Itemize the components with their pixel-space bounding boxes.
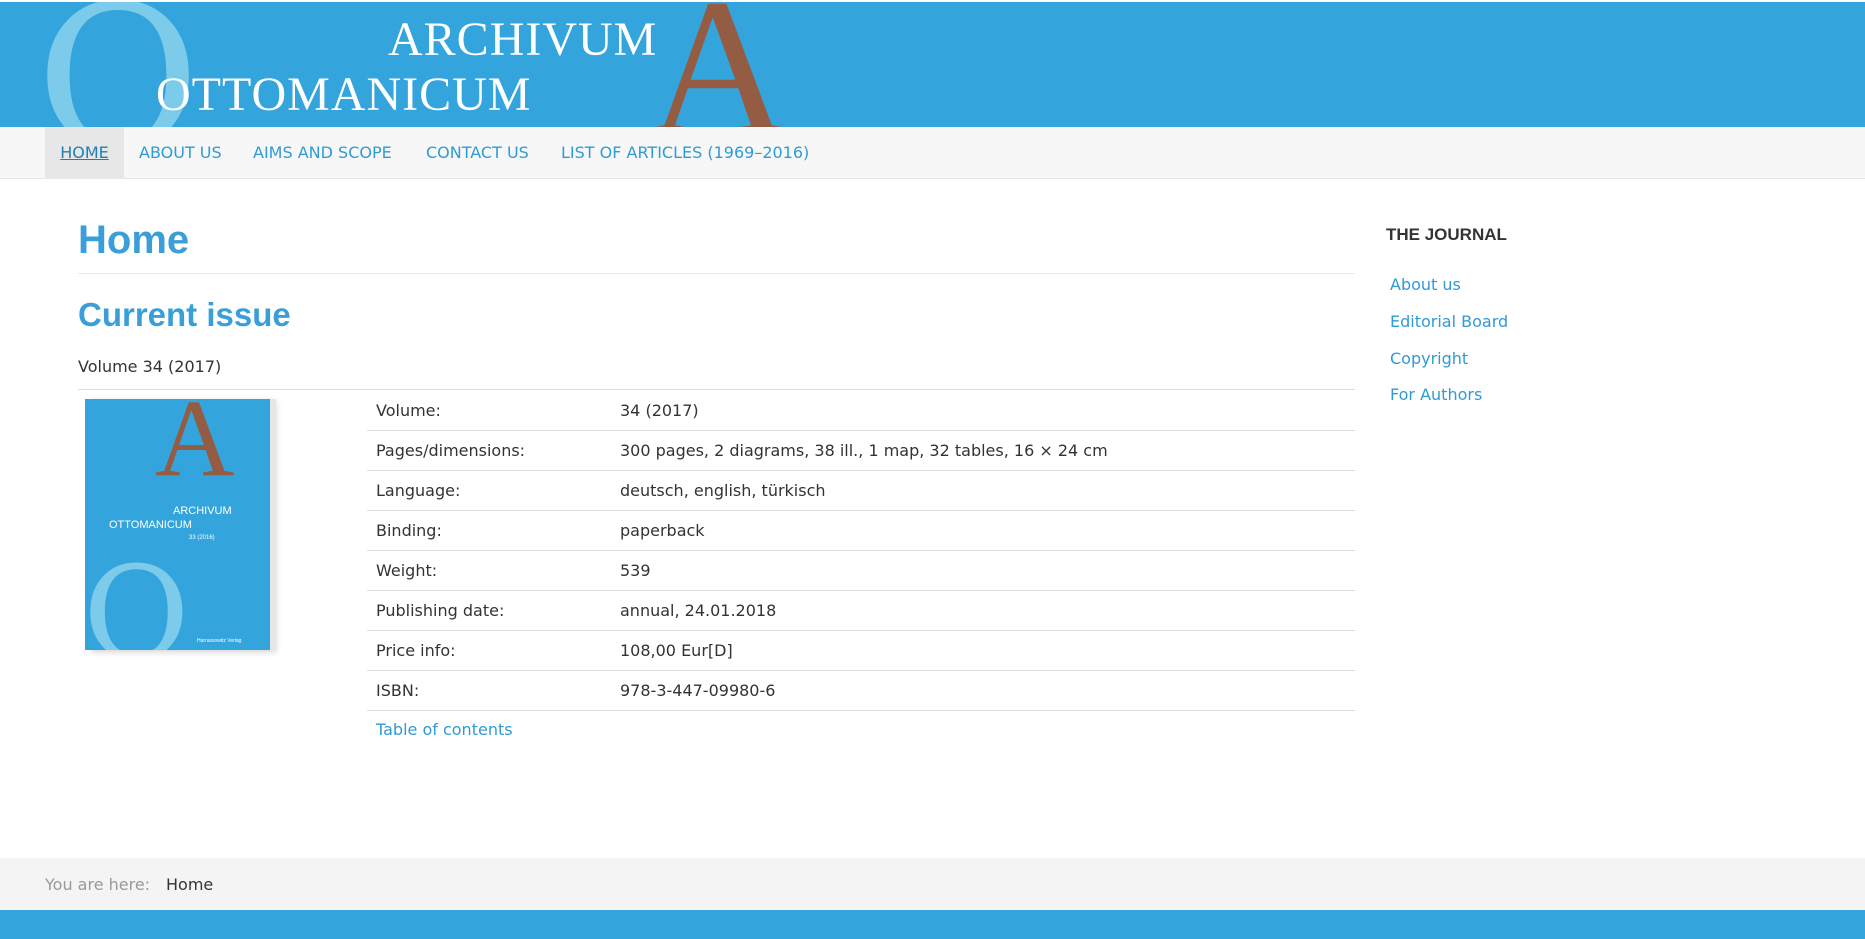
volume-divider xyxy=(78,389,1355,390)
book-cover-image[interactable]: A ARCHIVUM OTTOMANICUM 33 (2016) O Harra… xyxy=(85,399,270,650)
detail-value: 300 pages, 2 diagrams, 38 ill., 1 map, 3… xyxy=(620,441,1108,460)
detail-value: annual, 24.01.2018 xyxy=(620,601,777,620)
cover-title-line2: OTTOMANICUM xyxy=(109,519,192,531)
issue-details-table: Volume: 34 (2017) Pages/dimensions: 300 … xyxy=(367,391,1355,711)
logo-letter-a: A xyxy=(648,2,790,127)
cover-letter-a: A xyxy=(155,399,235,499)
nav-item-about-us[interactable]: ABOUT US xyxy=(139,127,222,179)
breadcrumb: You are here: Home xyxy=(0,858,1865,910)
table-row: Binding: paperback xyxy=(367,511,1355,551)
nav-item-home[interactable]: HOME xyxy=(45,127,124,179)
cover-title-line1: ARCHIVUM xyxy=(173,505,232,517)
cover-publisher: Harrassowitz Verlag xyxy=(197,638,242,644)
cover-letter-o: O xyxy=(85,538,190,650)
main-navigation: HOME ABOUT US AIMS AND SCOPE CONTACT US … xyxy=(0,127,1865,179)
table-row: ISBN: 978-3-447-09980-6 xyxy=(367,671,1355,711)
detail-value: 978-3-447-09980-6 xyxy=(620,681,776,700)
sidebar-link-about-us[interactable]: About us xyxy=(1390,275,1461,294)
breadcrumb-prefix: You are here: xyxy=(45,875,151,894)
detail-value: 34 (2017) xyxy=(620,401,699,420)
sidebar-link-copyright[interactable]: Copyright xyxy=(1390,349,1468,368)
detail-label: Publishing date: xyxy=(376,601,505,620)
detail-label: Volume: xyxy=(376,401,441,420)
table-row: Weight: 539 xyxy=(367,551,1355,591)
nav-item-contact-us[interactable]: CONTACT US xyxy=(426,127,529,179)
nav-item-aims-and-scope[interactable]: AIMS AND SCOPE xyxy=(253,127,392,179)
table-row: Language: deutsch, english, türkisch xyxy=(367,471,1355,511)
current-issue-heading: Current issue xyxy=(78,296,291,333)
detail-value: 108,00 Eur[D] xyxy=(620,641,733,660)
table-of-contents-link[interactable]: Table of contents xyxy=(376,720,513,739)
page-title: Home xyxy=(78,218,190,262)
site-header: O ARCHIVUM OTTOMANICUM A xyxy=(0,2,1865,127)
detail-label: Binding: xyxy=(376,521,442,540)
detail-value: 539 xyxy=(620,561,651,580)
volume-label: Volume 34 (2017) xyxy=(78,357,222,376)
logo-title-line1[interactable]: ARCHIVUM xyxy=(388,12,657,67)
detail-label: ISBN: xyxy=(376,681,420,700)
site-footer xyxy=(0,910,1865,939)
nav-item-list-of-articles[interactable]: LIST OF ARTICLES (1969–2016) xyxy=(561,127,809,179)
table-row: Publishing date: annual, 24.01.2018 xyxy=(367,591,1355,631)
detail-label: Price info: xyxy=(376,641,456,660)
detail-label: Language: xyxy=(376,481,461,500)
detail-label: Pages/dimensions: xyxy=(376,441,526,460)
table-row: Pages/dimensions: 300 pages, 2 diagrams,… xyxy=(367,431,1355,471)
sidebar-link-for-authors[interactable]: For Authors xyxy=(1390,385,1482,404)
sidebar-link-editorial-board[interactable]: Editorial Board xyxy=(1390,312,1508,331)
table-row: Price info: 108,00 Eur[D] xyxy=(367,631,1355,671)
logo-title-line2[interactable]: OTTOMANICUM xyxy=(156,67,531,122)
detail-label: Weight: xyxy=(376,561,438,580)
detail-value: paperback xyxy=(620,521,705,540)
table-row: Volume: 34 (2017) xyxy=(367,391,1355,431)
title-divider xyxy=(78,273,1355,274)
sidebar-heading: THE JOURNAL xyxy=(1386,225,1507,244)
breadcrumb-current: Home xyxy=(166,875,214,894)
cover-issue: 33 (2016) xyxy=(189,535,215,541)
detail-value: deutsch, english, türkisch xyxy=(620,481,826,500)
